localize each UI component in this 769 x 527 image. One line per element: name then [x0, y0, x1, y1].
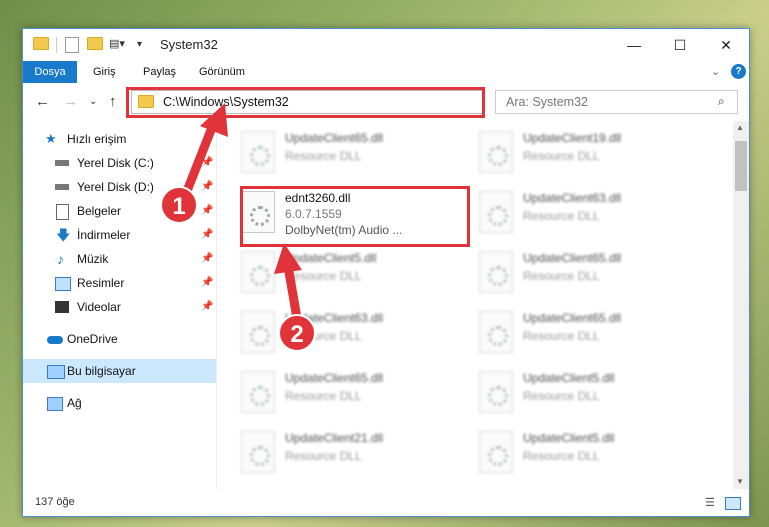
step-badge-2: 2: [278, 314, 316, 352]
annotation-arrows: [180, 103, 303, 329]
step-badge-1: 1: [160, 186, 198, 224]
arrow-2-head: [274, 243, 302, 274]
arrow-1-shaft: [180, 120, 218, 201]
